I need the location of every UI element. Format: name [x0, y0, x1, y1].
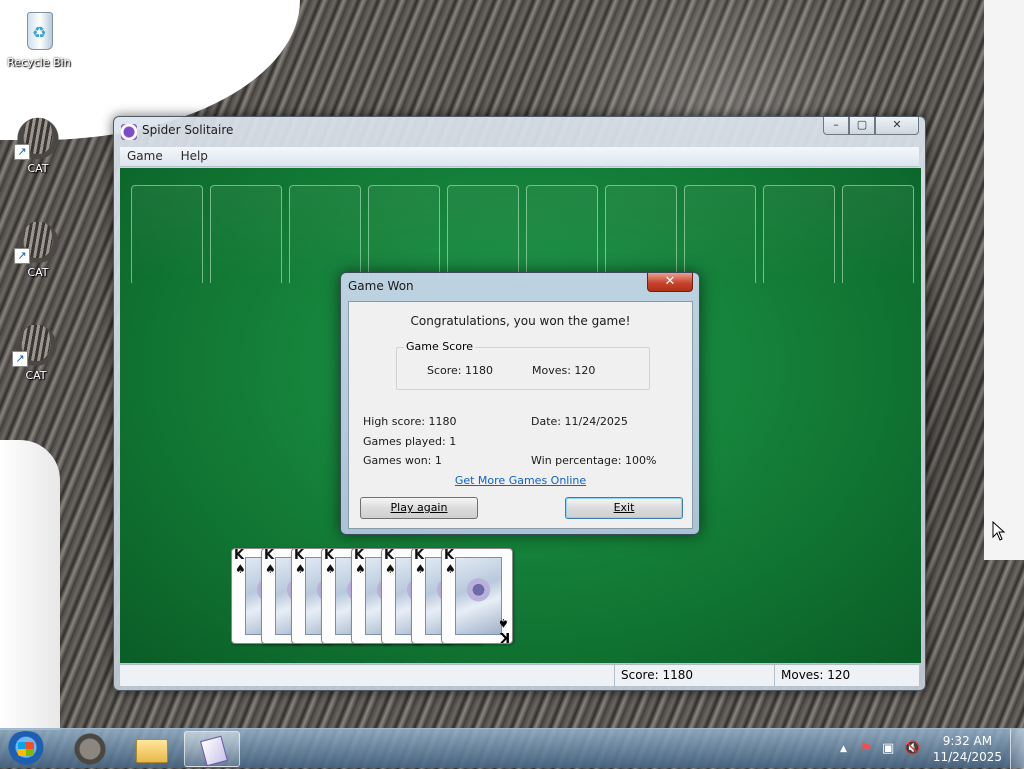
tableau-slot[interactable] — [842, 185, 914, 283]
game-score-label: Game Score — [404, 340, 476, 353]
action-center-flag-icon[interactable]: ⚑ — [860, 741, 872, 756]
card-rank: K — [384, 548, 395, 563]
tableau-slot[interactable] — [447, 185, 519, 283]
games-won: Games won: 1 — [363, 454, 442, 467]
spade-icon: ♠ — [498, 616, 509, 630]
start-button[interactable] — [4, 731, 48, 767]
taskbar-clock[interactable]: 9:32 AM 11/24/2025 — [933, 733, 1002, 765]
card-rank: K — [294, 548, 305, 563]
win-percentage: Win percentage: 100% — [531, 454, 657, 467]
tableau-slot[interactable] — [684, 185, 756, 283]
window-title: Spider Solitaire — [142, 123, 234, 137]
close-button[interactable]: ✕ — [875, 117, 919, 135]
taskbar-cat-icon[interactable] — [62, 731, 118, 767]
card-face-art — [455, 557, 502, 635]
exit-label: Exit — [613, 501, 635, 514]
card-rank: K — [234, 548, 245, 563]
congratulations-message: Congratulations, you won the game! — [410, 314, 631, 328]
desktop-icon-label: CAT — [27, 162, 49, 175]
completed-card: K ♠ ♠ K — [441, 548, 513, 644]
card-rank: K — [264, 548, 275, 563]
card-rank: K — [499, 629, 510, 644]
clock-date: 11/24/2025 — [932, 750, 1002, 764]
wallpaper-white-area-left — [0, 440, 60, 730]
window-controls: – ▢ ✕ — [823, 117, 919, 137]
card-rank: K — [444, 548, 455, 563]
clock-time: 9:32 AM — [942, 734, 993, 748]
date: Date: 11/24/2025 — [531, 415, 628, 428]
card-rank: K — [354, 548, 365, 563]
desktop-icon-recycle-bin[interactable]: Recycle Bin — [2, 6, 76, 69]
show-hidden-icons-arrow-icon[interactable]: ▲ — [840, 744, 847, 754]
dialog-body: Congratulations, you won the game! Game … — [348, 301, 693, 529]
game-moves-value: Moves: 120 — [532, 364, 596, 377]
status-score: Score: 1180 — [614, 665, 774, 687]
show-desktop-button[interactable] — [1010, 729, 1024, 769]
window-titlebar[interactable]: Spider Solitaire – ▢ ✕ — [114, 117, 925, 145]
menu-bar: Game Help — [120, 147, 919, 167]
maximize-button[interactable]: ▢ — [849, 117, 875, 135]
minimize-button[interactable]: – — [823, 117, 849, 135]
desktop-icon-label: CAT — [27, 266, 49, 279]
tableau-slot[interactable] — [526, 185, 598, 283]
card-rank: K — [414, 548, 425, 563]
tableau-slot[interactable] — [289, 185, 361, 283]
recycle-bin-icon — [15, 6, 63, 54]
cat-shortcut-icon — [14, 216, 62, 264]
menu-game[interactable]: Game — [120, 147, 170, 165]
menu-help[interactable]: Help — [174, 147, 215, 165]
tableau-slot[interactable] — [131, 185, 203, 283]
desktop-icon-cat-1[interactable]: CAT — [1, 112, 75, 175]
desktop-icon-cat-2[interactable]: CAT — [1, 216, 75, 279]
game-won-dialog: Game Won ✕ Congratulations, you won the … — [340, 272, 700, 535]
high-score: High score: 1180 — [363, 415, 457, 428]
tableau-slot[interactable] — [368, 185, 440, 283]
volume-muted-icon[interactable]: 🔇 — [904, 741, 920, 756]
network-icon[interactable]: ▣ — [882, 741, 894, 756]
desktop-icon-label: Recycle Bin — [7, 56, 71, 69]
system-tray: ▲ ⚑ ▣ 🔇 9:32 AM 11/24/2025 — [834, 729, 1024, 769]
desktop-icon-label: CAT — [25, 369, 47, 382]
mouse-cursor-icon — [992, 520, 1006, 545]
taskbar-spider-solitaire-icon[interactable] — [184, 731, 240, 767]
game-score-group: Game Score Score: 1180 Moves: 120 — [396, 340, 650, 390]
status-bar: Score: 1180 Moves: 120 — [120, 664, 921, 687]
dialog-close-button[interactable]: ✕ — [647, 273, 693, 292]
card-rank: K — [324, 548, 335, 563]
play-again-label: Play again — [390, 501, 448, 514]
wallpaper-white-area-right — [984, 0, 1024, 560]
desktop-icon-cat-3[interactable]: CAT — [0, 319, 73, 382]
tableau-slot[interactable] — [605, 185, 677, 283]
exit-button[interactable]: Exit — [565, 497, 683, 519]
get-more-games-link[interactable]: Get More Games Online — [349, 474, 692, 487]
spider-solitaire-icon — [121, 124, 137, 140]
cat-shortcut-icon — [12, 319, 60, 367]
games-played: Games played: 1 — [363, 435, 457, 448]
dialog-title: Game Won — [348, 279, 414, 293]
play-again-button[interactable]: Play again — [360, 497, 478, 519]
tableau-slot[interactable] — [210, 185, 282, 283]
taskbar: ▲ ⚑ ▣ 🔇 9:32 AM 11/24/2025 — [0, 728, 1024, 769]
status-moves: Moves: 120 — [774, 665, 921, 687]
tableau-slot[interactable] — [763, 185, 835, 283]
cat-shortcut-icon — [14, 112, 62, 160]
game-score-value: Score: 1180 — [427, 364, 494, 377]
taskbar-folder-icon[interactable] — [122, 731, 178, 767]
